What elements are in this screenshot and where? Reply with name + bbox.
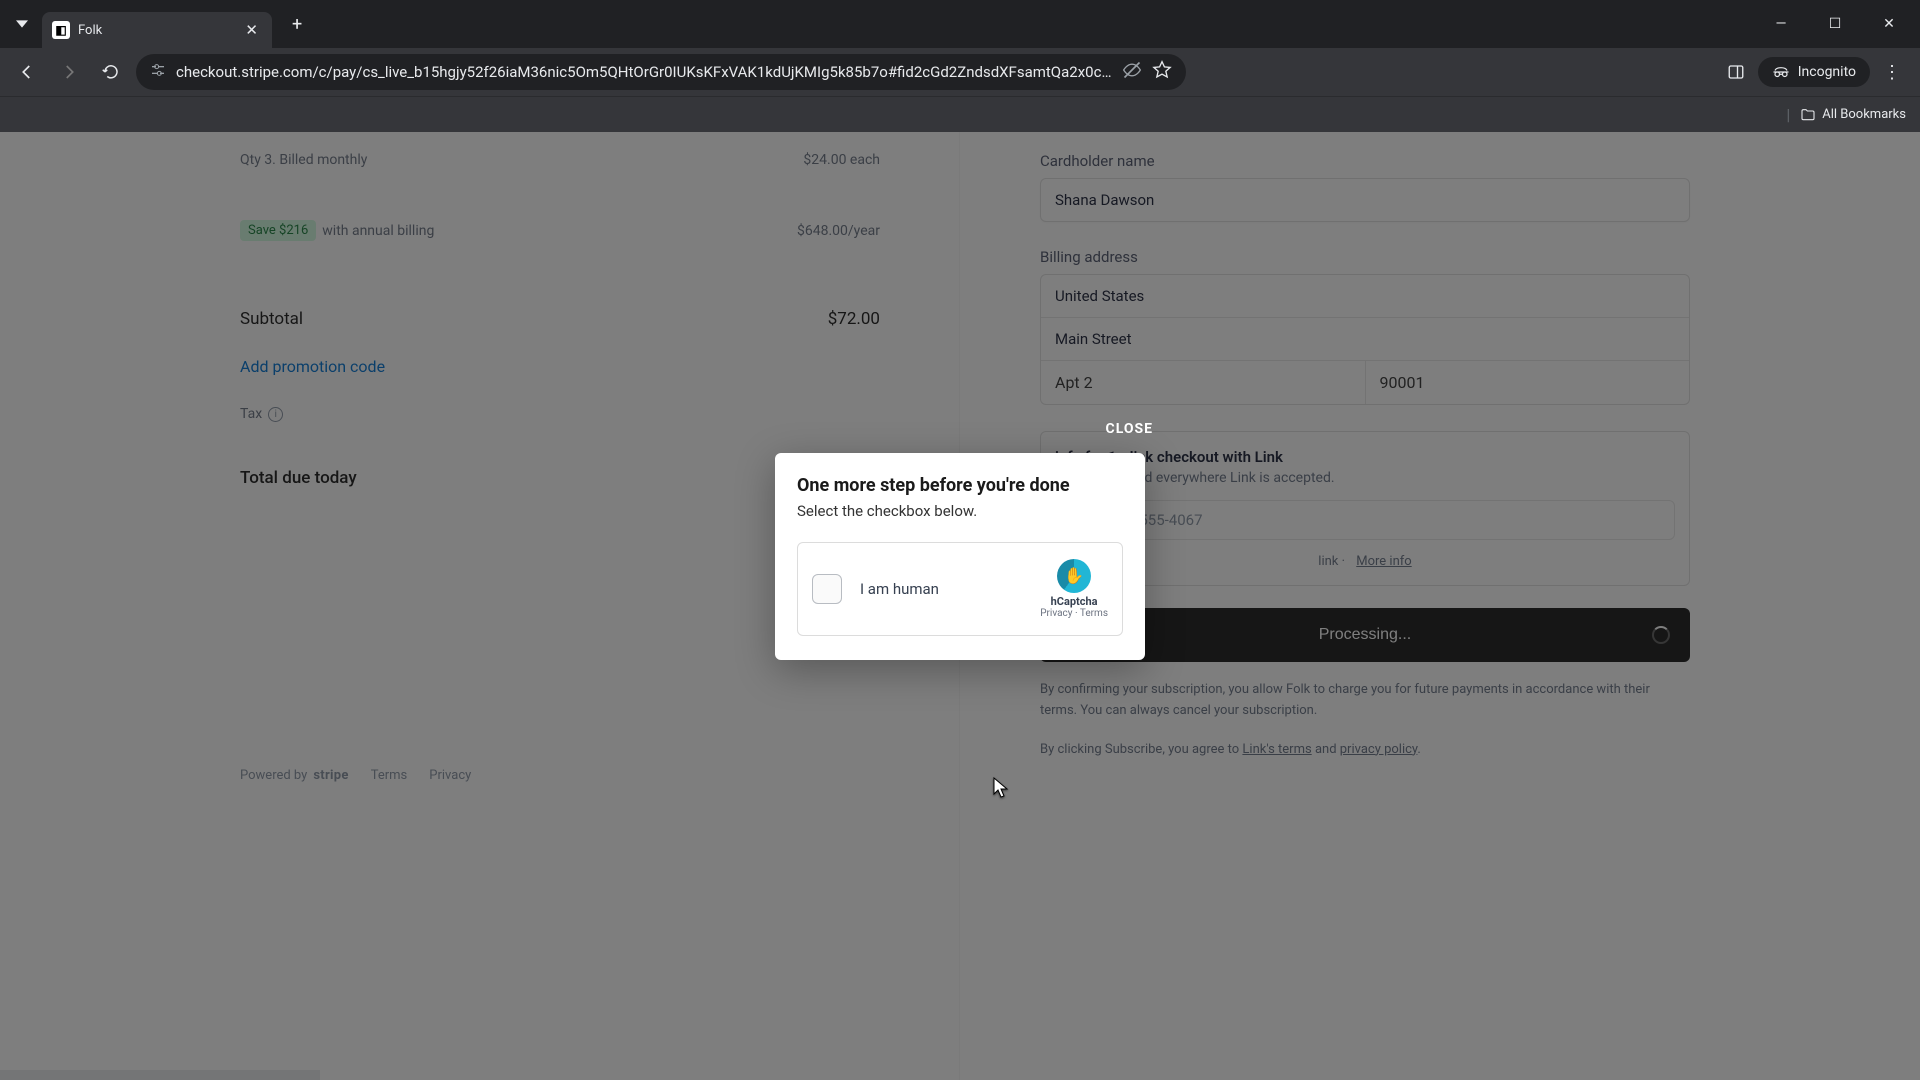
modal-close-button[interactable]: CLOSE xyxy=(1106,421,1153,437)
bookmarks-separator: | xyxy=(1786,105,1790,124)
tab-close-icon[interactable]: ✕ xyxy=(241,21,262,39)
back-button[interactable] xyxy=(10,55,44,89)
forward-button[interactable] xyxy=(52,55,86,89)
modal-title: One more step before you're done xyxy=(797,475,1123,496)
side-panel-icon[interactable] xyxy=(1718,54,1754,90)
reload-button[interactable] xyxy=(94,55,128,89)
captcha-brand-links[interactable]: Privacy · Terms xyxy=(1040,608,1108,619)
modal-subtitle: Select the checkbox below. xyxy=(797,502,1123,520)
new-tab-button[interactable]: + xyxy=(284,10,310,39)
tab-search-dropdown[interactable] xyxy=(8,10,36,38)
bookmarks-bar: | All Bookmarks xyxy=(0,96,1920,132)
captcha-brand: hCaptcha Privacy · Terms xyxy=(1040,559,1108,619)
browser-tab[interactable]: ◧ Folk ✕ xyxy=(42,12,272,48)
hcaptcha-widget: I am human hCaptcha Privacy · Terms xyxy=(797,542,1123,636)
eye-off-icon[interactable] xyxy=(1122,60,1142,84)
site-settings-icon[interactable] xyxy=(150,62,166,82)
mouse-cursor-icon xyxy=(993,777,1009,799)
modal-overlay: CLOSE One more step before you're done S… xyxy=(0,132,1920,1080)
bookmark-star-icon[interactable] xyxy=(1152,60,1172,84)
captcha-checkbox[interactable] xyxy=(812,574,842,604)
all-bookmarks-button[interactable]: All Bookmarks xyxy=(1800,107,1906,123)
captcha-brand-name: hCaptcha xyxy=(1040,595,1108,608)
page-viewport: Qty 3. Billed monthly $24.00 each Save $… xyxy=(0,132,1920,1080)
menu-icon[interactable]: ⋮ xyxy=(1874,54,1910,90)
folder-icon xyxy=(1800,107,1816,123)
hcaptcha-logo-icon xyxy=(1057,559,1091,593)
browser-toolbar: checkout.stripe.com/c/pay/cs_live_b15hgj… xyxy=(0,48,1920,96)
all-bookmarks-label: All Bookmarks xyxy=(1822,107,1906,122)
window-maximize-icon[interactable]: ☐ xyxy=(1812,8,1858,40)
window-minimize-icon[interactable]: — xyxy=(1758,8,1804,40)
tab-title: Folk xyxy=(78,23,233,38)
address-bar[interactable]: checkout.stripe.com/c/pay/cs_live_b15hgj… xyxy=(136,54,1186,90)
incognito-chip[interactable]: Incognito xyxy=(1758,57,1870,87)
tab-favicon-icon: ◧ xyxy=(52,21,70,39)
browser-titlebar: ◧ Folk ✕ + — ☐ ✕ xyxy=(0,0,1920,48)
window-close-icon[interactable]: ✕ xyxy=(1866,8,1912,40)
incognito-icon xyxy=(1772,63,1790,81)
url-text: checkout.stripe.com/c/pay/cs_live_b15hgj… xyxy=(176,63,1112,81)
captcha-modal: One more step before you're done Select … xyxy=(775,453,1145,660)
captcha-label: I am human xyxy=(860,580,939,598)
incognito-label: Incognito xyxy=(1798,64,1856,80)
